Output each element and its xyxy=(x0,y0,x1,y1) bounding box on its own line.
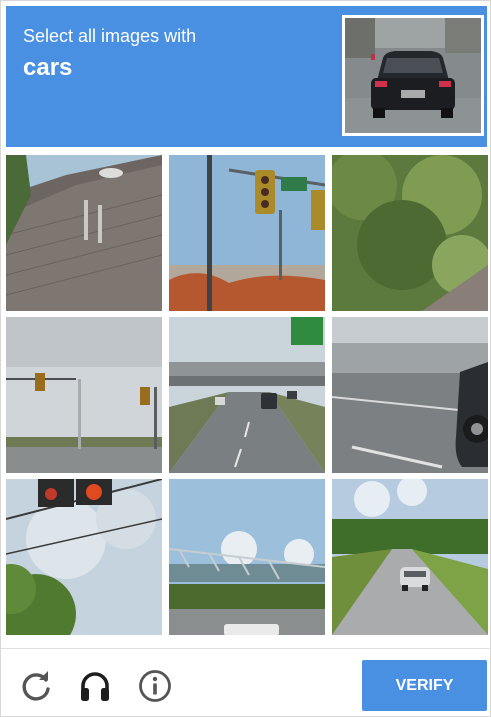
instruction-text: Select all images with xyxy=(23,26,197,46)
image-tile-5[interactable] xyxy=(169,317,325,473)
image-tile-9[interactable] xyxy=(332,479,488,635)
image-tile-1[interactable] xyxy=(6,155,162,311)
sample-image xyxy=(342,15,484,136)
challenge-header: Select all images with cars xyxy=(6,6,487,147)
info-icon[interactable] xyxy=(138,669,172,703)
image-tile-6[interactable] xyxy=(332,317,488,473)
captcha-frame: Select all images with cars VERIFY xyxy=(0,0,491,717)
footer-divider xyxy=(1,648,491,649)
reload-icon[interactable] xyxy=(19,669,53,703)
verify-button[interactable]: VERIFY xyxy=(362,660,487,711)
image-tile-4[interactable] xyxy=(6,317,162,473)
image-tile-2[interactable] xyxy=(169,155,325,311)
image-tile-8[interactable] xyxy=(169,479,325,635)
image-tile-3[interactable] xyxy=(332,155,488,311)
headphones-icon[interactable] xyxy=(78,669,112,703)
image-tile-7[interactable] xyxy=(6,479,162,635)
image-grid xyxy=(6,155,489,635)
target-object-text: cars xyxy=(23,54,73,81)
